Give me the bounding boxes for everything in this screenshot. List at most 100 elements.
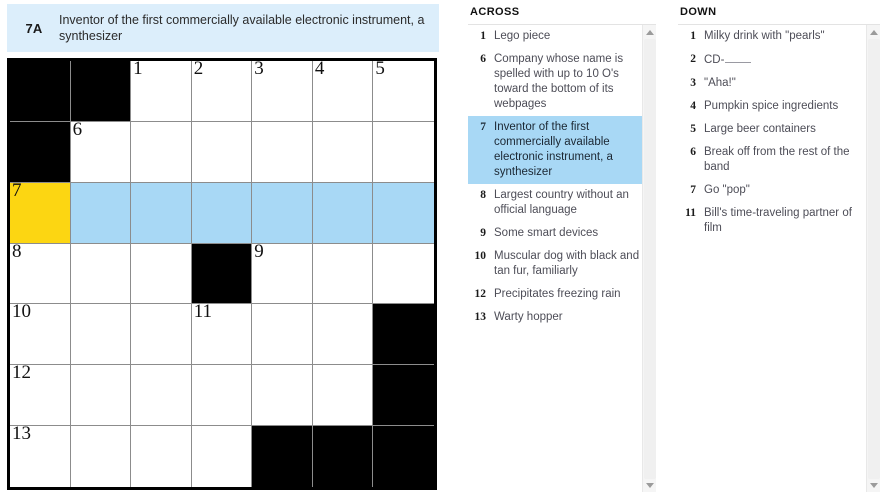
clue-text: Pumpkin spice ingredients — [704, 100, 839, 112]
grid-cell-block — [10, 121, 71, 183]
grid-cell[interactable]: 13 — [10, 423, 71, 487]
clue-text: Inventor of the first commercially avail… — [494, 121, 613, 178]
grid-cell[interactable] — [252, 121, 313, 183]
grid-cell[interactable] — [312, 121, 374, 183]
clue-item[interactable]: 1 Milky drink with "pearls" — [678, 25, 880, 48]
across-clues-panel: ACROSS 1 Lego piece 6 Company whose name is… — [468, 4, 656, 496]
grid-cell[interactable] — [312, 182, 374, 244]
clue-item[interactable]: 6 Company whose name is spelled with up t… — [468, 48, 656, 116]
clue-item[interactable]: 4 Pumpkin spice ingredients — [678, 95, 880, 118]
grid-cell[interactable] — [252, 304, 313, 366]
grid-cell-number: 4 — [314, 58, 325, 79]
clue-text: Break off from the rest of the band — [704, 146, 850, 173]
grid-cell-block — [373, 365, 434, 427]
clue-text: Warty hopper — [494, 311, 563, 323]
down-scroll-up-icon[interactable] — [867, 25, 880, 39]
grid-cell[interactable] — [131, 365, 192, 427]
clue-item[interactable]: 12 Precipitates freezing rain — [468, 283, 656, 306]
clue-number: 13 — [474, 311, 487, 323]
current-clue-banner[interactable]: 7A Inventor of the first commercially av… — [7, 4, 439, 52]
grid-cell[interactable] — [191, 182, 253, 244]
crossword-grid[interactable]: 1 2 3 4 5 6 7 8 9 10 11 12 13 — [10, 58, 434, 487]
down-scrollbar[interactable] — [866, 25, 880, 492]
grid-cell[interactable] — [312, 365, 374, 427]
current-clue-text: Inventor of the first commercially avail… — [59, 13, 425, 43]
clue-item[interactable]: 8 Largest country without an official lan… — [468, 184, 656, 222]
grid-cell[interactable]: 1 — [131, 58, 192, 122]
clue-text: Muscular dog with black and tan fur, fam… — [494, 250, 640, 277]
grid-cell[interactable] — [191, 121, 253, 183]
clue-item[interactable]: 1 Lego piece — [468, 25, 656, 48]
clue-item[interactable]: 11 Bill's time-traveling partner of film — [678, 202, 880, 240]
grid-cell[interactable]: 10 — [10, 301, 71, 366]
grid-cell-block — [373, 304, 434, 366]
grid-cell-number: 6 — [72, 118, 83, 140]
clue-number: 10 — [474, 250, 487, 262]
clue-item[interactable]: 10 Muscular dog with black and tan fur, f… — [468, 245, 656, 283]
grid-cell[interactable] — [373, 243, 434, 305]
grid-cell[interactable] — [191, 365, 253, 427]
down-scrollbar-thumb[interactable] — [868, 39, 880, 479]
clue-number: 1 — [690, 30, 696, 42]
down-clues-body: 1 Milky drink with "pearls" 2 CD- 3 "Aha!" 4 Pu… — [678, 24, 880, 492]
grid-cell[interactable] — [70, 182, 132, 244]
across-panel-title: ACROSS — [470, 6, 520, 18]
grid-cell[interactable] — [312, 243, 374, 305]
clue-item[interactable]: 6 Break off from the rest of the band — [678, 141, 880, 179]
down-scroll-down-icon[interactable] — [867, 478, 880, 492]
grid-cell-block — [191, 243, 253, 305]
grid-cell[interactable] — [131, 243, 192, 305]
grid-cell-number: 13 — [12, 423, 31, 445]
grid-cell[interactable] — [373, 182, 434, 244]
grid-cell[interactable] — [70, 243, 132, 305]
clue-number: 8 — [480, 189, 486, 201]
grid-cell[interactable]: 5 — [373, 58, 434, 122]
across-scroll-up-icon[interactable] — [643, 25, 656, 39]
across-scroll-down-icon[interactable] — [643, 478, 656, 492]
grid-cell-block — [312, 426, 374, 487]
grid-cell[interactable] — [191, 426, 253, 487]
clue-text: Some smart devices — [494, 227, 599, 239]
grid-cell[interactable]: 6 — [70, 118, 132, 183]
clue-number: 4 — [690, 100, 696, 112]
clue-number: 9 — [480, 227, 486, 239]
crossword-app: 7A Inventor of the first commercially av… — [0, 0, 880, 502]
grid-cell[interactable] — [70, 365, 132, 427]
grid-cell[interactable]: 4 — [312, 58, 374, 122]
grid-cell[interactable]: 2 — [191, 58, 253, 122]
grid-cell-number: 5 — [375, 58, 385, 79]
clue-number: 5 — [690, 123, 696, 135]
down-panel-title: DOWN — [680, 6, 717, 18]
grid-cell[interactable] — [252, 365, 313, 427]
clue-text: Bill's time-traveling partner of film — [704, 207, 852, 234]
clue-item[interactable]: 7 Go "pop" — [678, 179, 880, 202]
grid-cell[interactable]: 9 — [252, 241, 313, 305]
clue-item[interactable]: 5 Large beer containers — [678, 118, 880, 141]
grid-cell[interactable] — [312, 304, 374, 366]
grid-cell[interactable] — [70, 304, 132, 366]
grid-cell[interactable] — [131, 182, 192, 244]
grid-cell[interactable]: 3 — [252, 58, 313, 122]
grid-cell[interactable]: 8 — [10, 241, 71, 305]
grid-cell[interactable] — [131, 304, 192, 366]
across-clue-list[interactable]: 1 Lego piece 6 Company whose name is spelle… — [468, 25, 656, 329]
down-clue-list[interactable]: 1 Milky drink with "pearls" 2 CD- 3 "Aha!" 4 Pu… — [678, 25, 880, 240]
clue-item[interactable]: 7 Inventor of the first commercially avai… — [468, 116, 656, 184]
clue-number: 6 — [480, 53, 486, 65]
clue-item[interactable]: 2 CD- — [678, 48, 880, 72]
clue-text: Large beer containers — [704, 123, 816, 135]
across-scrollbar[interactable] — [642, 25, 656, 492]
clue-number: 2 — [690, 53, 696, 65]
grid-cell[interactable]: 12 — [10, 362, 71, 427]
grid-cell[interactable] — [131, 426, 192, 487]
grid-cell[interactable]: 7 — [10, 180, 71, 244]
across-scrollbar-thumb[interactable] — [644, 39, 656, 479]
grid-cell[interactable] — [70, 426, 132, 487]
grid-cell[interactable] — [373, 121, 434, 183]
clue-item[interactable]: 3 "Aha!" — [678, 72, 880, 95]
clue-item[interactable]: 13 Warty hopper — [468, 306, 656, 329]
clue-item[interactable]: 9 Some smart devices — [468, 222, 656, 245]
grid-cell[interactable] — [131, 121, 192, 183]
grid-cell[interactable] — [252, 182, 313, 244]
grid-cell[interactable]: 11 — [191, 301, 253, 366]
